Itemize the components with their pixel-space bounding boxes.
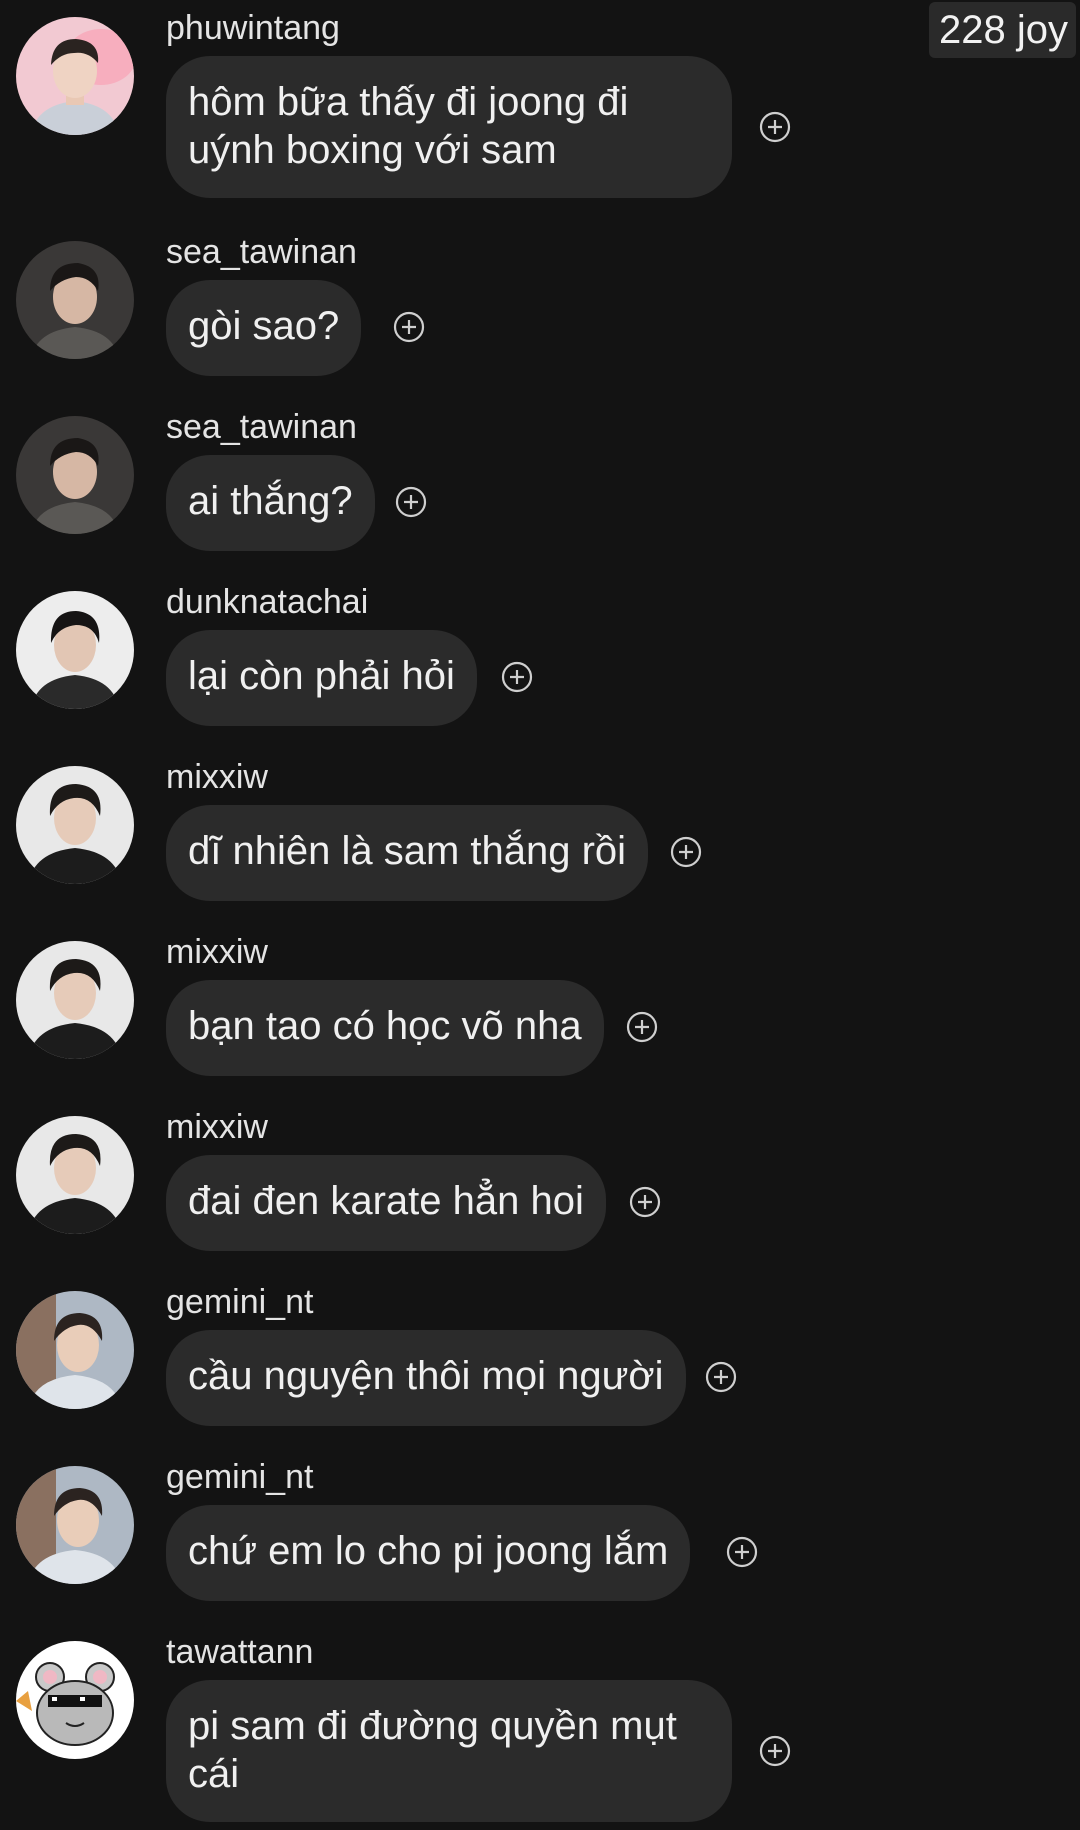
person-avatar-icon[interactable]	[16, 17, 134, 135]
username[interactable]: gemini_nt	[166, 1282, 313, 1322]
add-reaction-icon[interactable]	[759, 1735, 791, 1767]
chinchilla-sunglasses-avatar-icon[interactable]	[16, 1641, 134, 1759]
person-avatar-icon[interactable]	[16, 1466, 134, 1584]
username[interactable]: tawattann	[166, 1632, 313, 1672]
username[interactable]: gemini_nt	[166, 1457, 313, 1497]
person-avatar-icon[interactable]	[16, 416, 134, 534]
person-avatar-icon[interactable]	[16, 241, 134, 359]
add-reaction-icon[interactable]	[501, 661, 533, 693]
add-reaction-icon[interactable]	[395, 486, 427, 518]
message-bubble[interactable]: chứ em lo cho pi joong lắm	[166, 1505, 691, 1601]
person-avatar-icon[interactable]	[16, 1291, 134, 1409]
watermark-label: 228 joy	[929, 2, 1076, 58]
add-reaction-icon[interactable]	[759, 111, 791, 143]
message-bubble[interactable]: ai thắng?	[166, 455, 375, 551]
message-bubble[interactable]: lại còn phải hỏi	[166, 630, 477, 726]
message-bubble[interactable]: gòi sao?	[166, 280, 362, 376]
add-reaction-icon[interactable]	[726, 1536, 758, 1568]
message-bubble[interactable]: pi sam đi đường quyền mụt cái	[166, 1680, 732, 1822]
username[interactable]: sea_tawinan	[166, 407, 357, 447]
message-bubble[interactable]: dĩ nhiên là sam thắng rồi	[166, 805, 649, 901]
message-bubble[interactable]: cầu nguyện thôi mọi người	[166, 1330, 686, 1426]
username[interactable]: sea_tawinan	[166, 232, 357, 272]
person-avatar-icon[interactable]	[16, 1116, 134, 1234]
message-bubble[interactable]: đai đen karate hẳn hoi	[166, 1155, 606, 1251]
username[interactable]: phuwintang	[166, 8, 340, 48]
message-bubble[interactable]: hôm bữa thấy đi joong đi uýnh boxing với…	[166, 56, 732, 198]
person-avatar-icon[interactable]	[16, 591, 134, 709]
person-avatar-icon[interactable]	[16, 766, 134, 884]
username[interactable]: mixxiw	[166, 757, 268, 797]
add-reaction-icon[interactable]	[629, 1186, 661, 1218]
username[interactable]: mixxiw	[166, 932, 268, 972]
add-reaction-icon[interactable]	[705, 1361, 737, 1393]
person-avatar-icon[interactable]	[16, 941, 134, 1059]
add-reaction-icon[interactable]	[626, 1011, 658, 1043]
username[interactable]: mixxiw	[166, 1107, 268, 1147]
message-bubble[interactable]: bạn tao có học võ nha	[166, 980, 604, 1076]
add-reaction-icon[interactable]	[670, 836, 702, 868]
add-reaction-icon[interactable]	[393, 311, 425, 343]
username[interactable]: dunknatachai	[166, 582, 368, 622]
